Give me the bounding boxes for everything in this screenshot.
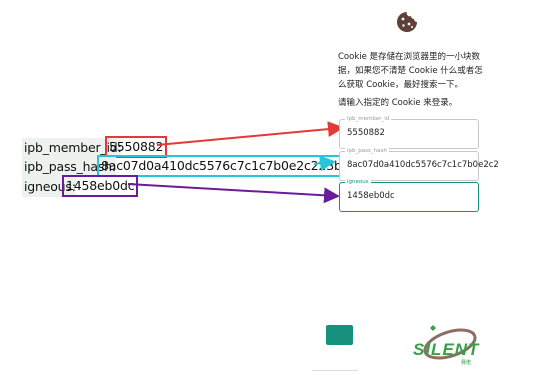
logo-text: SILENT (413, 340, 480, 359)
cookie-icon (397, 12, 417, 32)
logo-subtext: 赛偌 (461, 360, 472, 366)
igneous-field-label: igneous (345, 178, 371, 186)
member-id-field-label: ipb_member_id (345, 115, 392, 123)
login-button[interactable] (326, 325, 353, 345)
purple-arrow (127, 183, 340, 204)
cookie-prompt: 请输入指定的 Cookie 来登录。 (338, 98, 458, 108)
igneous-field[interactable]: igneous 1458eb0dc (339, 178, 479, 212)
cyan-arrow (313, 155, 336, 172)
pass-hash-field[interactable]: ipb_pass_hash 8ac07d0a410dc5576c7c1c7b0e… (339, 147, 499, 181)
divider (312, 370, 358, 371)
pass-hash-field-label: ipb_pass_hash (345, 147, 389, 155)
red-arrow (156, 121, 344, 146)
igneous-field-value[interactable]: 1458eb0dc (347, 191, 395, 201)
member-id-field-value[interactable]: 5550882 (347, 128, 385, 138)
pass-hash-field-value[interactable]: 8ac07d0a410dc5576c7c1c7b0e2c2 (347, 160, 499, 170)
member-id-field[interactable]: ipb_member_id 5550882 (339, 115, 479, 149)
cookie-description: Cookie 是存储在浏览器里的一小块数据，如果您不清楚 Cookie 什么或者… (338, 52, 483, 90)
